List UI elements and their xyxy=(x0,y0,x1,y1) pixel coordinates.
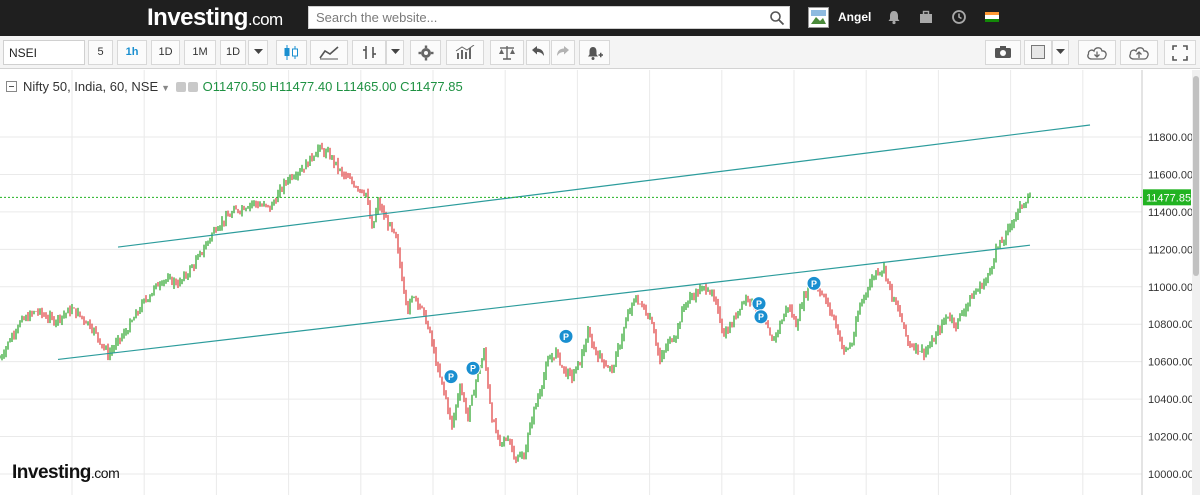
y-axis-tick-label: 11000.00 xyxy=(1148,282,1193,294)
interval-dropdown-button[interactable]: 1D xyxy=(220,40,246,65)
chevron-down-icon xyxy=(390,49,400,54)
cloud-save-button[interactable] xyxy=(1078,40,1116,65)
legend-high: H11477.40 xyxy=(269,79,333,94)
interval-1h-button[interactable]: 1h xyxy=(117,40,147,65)
search-box[interactable] xyxy=(308,6,790,29)
event-marker-label: P xyxy=(811,279,817,289)
india-flag-icon[interactable] xyxy=(985,12,999,22)
chart-type-menu-button[interactable] xyxy=(386,40,404,65)
search-icon[interactable] xyxy=(769,10,785,26)
legend-close: C11477.85 xyxy=(400,79,463,94)
legend-settings-icon[interactable] xyxy=(176,82,187,92)
legend-low: L11465.00 xyxy=(335,79,397,94)
event-marker-label: P xyxy=(563,332,569,342)
event-marker-label: P xyxy=(470,364,476,374)
redo-button[interactable] xyxy=(551,40,575,65)
legend-title[interactable]: Nifty 50, India, 60, NSE xyxy=(23,79,158,94)
alert-button[interactable] xyxy=(579,40,610,65)
symbol-input[interactable]: NSEI xyxy=(3,40,85,65)
trend-channel-line[interactable] xyxy=(117,124,1091,248)
y-axis-tick-label: 10000.00 xyxy=(1148,469,1194,481)
indicators-button[interactable] xyxy=(446,40,484,65)
watermark-logo: Investing.com xyxy=(12,462,120,484)
search-input[interactable] xyxy=(309,7,759,28)
scrollbar-thumb[interactable] xyxy=(1193,76,1199,276)
compare-button[interactable] xyxy=(490,40,524,65)
redo-icon xyxy=(557,46,569,56)
undo-icon xyxy=(532,46,544,56)
compare-icon xyxy=(499,46,515,60)
interval-menu-button[interactable] xyxy=(248,40,268,65)
watermark-main: Investing xyxy=(12,462,91,483)
settings-icon xyxy=(418,45,433,61)
interval-1d-button[interactable]: 1D xyxy=(151,40,180,65)
interval-5-button[interactable]: 5 xyxy=(88,40,113,65)
event-marker-label: P xyxy=(756,299,762,309)
clock-icon[interactable] xyxy=(951,9,967,25)
camera-icon xyxy=(995,46,1011,58)
cloud-upload-button[interactable] xyxy=(1120,40,1158,65)
watermark-suffix: .com xyxy=(90,465,120,481)
color-picker-button[interactable] xyxy=(1024,40,1052,65)
y-axis-tick-label: 10600.00 xyxy=(1148,357,1194,369)
undo-button[interactable] xyxy=(526,40,550,65)
screenshot-button[interactable] xyxy=(985,40,1021,65)
y-axis-tick-label: 10400.00 xyxy=(1148,394,1194,406)
chevron-down-icon[interactable]: ▼ xyxy=(161,83,170,93)
trend-channel-line[interactable] xyxy=(57,244,1031,361)
logo-suffix: .com xyxy=(247,10,283,29)
last-price-label: 11477.85 xyxy=(1146,192,1191,204)
chart-toolbar: NSEI 5 1h 1D 1M 1D xyxy=(0,36,1200,69)
event-marker-label: P xyxy=(448,372,454,382)
chart-type-area-button[interactable] xyxy=(310,40,348,65)
color-icon xyxy=(1031,45,1045,59)
chevron-down-icon xyxy=(1056,49,1065,54)
investing-logo[interactable]: Investing.com xyxy=(147,4,283,32)
candles-icon xyxy=(284,45,298,60)
chart-type-candles-button[interactable] xyxy=(276,40,307,65)
avatar[interactable] xyxy=(808,7,829,28)
cloud-save-icon xyxy=(1087,47,1107,60)
alert-icon xyxy=(587,47,603,60)
chevron-down-icon xyxy=(253,49,263,54)
fullscreen-icon xyxy=(1172,45,1188,61)
briefcase-icon[interactable] xyxy=(918,9,934,25)
interval-1m-button[interactable]: 1M xyxy=(184,40,216,65)
y-axis-tick-label: 11800.00 xyxy=(1148,132,1193,144)
price-chart[interactable]: 11800.00 11600.00 11400.00 11200.00 11000.00… xyxy=(0,70,1200,495)
top-navigation-bar: Investing.com Angel xyxy=(0,0,1200,36)
area-chart-icon xyxy=(319,46,339,60)
fullscreen-button[interactable] xyxy=(1164,40,1196,65)
event-marker-label: P xyxy=(758,312,764,322)
y-axis-tick-label: 10200.00 xyxy=(1148,432,1194,444)
collapse-legend-icon[interactable] xyxy=(6,81,17,92)
logo-main: Investing xyxy=(147,4,248,31)
y-axis-tick-label: 11600.00 xyxy=(1148,169,1193,181)
username[interactable]: Angel xyxy=(838,10,871,24)
y-axis-tick-label: 11200.00 xyxy=(1148,244,1193,256)
legend-open: O11470.50 xyxy=(202,79,267,94)
cloud-upload-icon xyxy=(1129,47,1149,60)
color-menu-button[interactable] xyxy=(1052,40,1069,65)
settings-button[interactable] xyxy=(410,40,441,65)
legend-format-icon[interactable] xyxy=(188,82,199,92)
chart-legend: Nifty 50, India, 60, NSE ▼ O11470.50 H114… xyxy=(6,79,463,94)
indicators-icon xyxy=(455,44,475,59)
bell-icon[interactable] xyxy=(886,9,902,25)
chart-type-bars-button[interactable] xyxy=(352,40,386,65)
bars-icon xyxy=(362,46,376,59)
y-axis-tick-label: 11400.00 xyxy=(1148,207,1193,219)
y-axis-tick-label: 10800.00 xyxy=(1148,319,1194,331)
chart-app: Investing.com Angel NSEI 5 1h 1D 1M 1D xyxy=(0,0,1200,495)
